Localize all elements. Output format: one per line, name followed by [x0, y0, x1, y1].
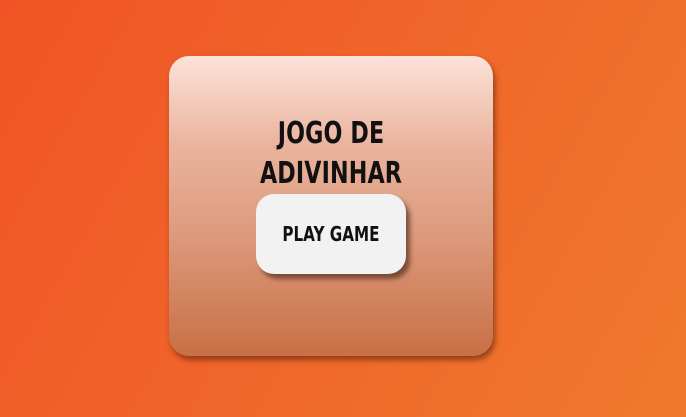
- page-background: { "game": { "title": "JOGO DE ADIVINHAR"…: [0, 0, 686, 417]
- game-card: JOGO DE ADIVINHAR PLAY GAME: [169, 56, 493, 356]
- play-game-button[interactable]: PLAY GAME: [256, 194, 406, 274]
- game-title: JOGO DE ADIVINHAR: [259, 116, 403, 191]
- play-game-label: PLAY GAME: [282, 222, 380, 246]
